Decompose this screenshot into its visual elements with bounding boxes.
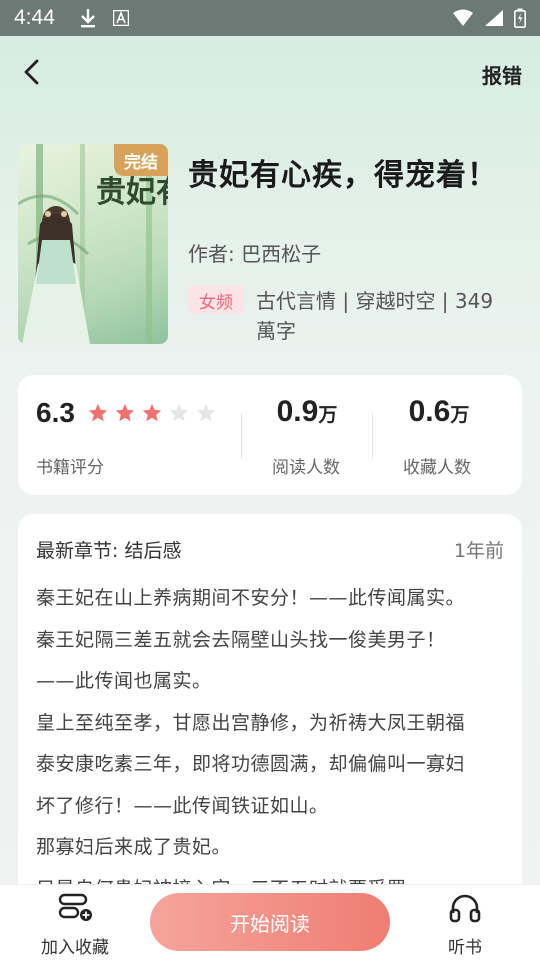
synopsis-line: 那寡妇后来成了贵妃。 (36, 836, 232, 858)
header: 报错 (0, 52, 540, 96)
status-time: 4:44 (14, 6, 55, 29)
star-icon (169, 403, 189, 422)
stats-card: 6.3 书籍评分 0.9万 阅读人数 0.6万 收藏人数 (18, 375, 522, 495)
collects-label: 收藏人数 (403, 458, 471, 478)
collects-value: 0.6 (408, 395, 451, 428)
readers-unit: 万 (318, 404, 338, 426)
collects-unit: 万 (450, 404, 470, 426)
synopsis-line: ——此传闻也属实。 (36, 670, 212, 692)
star-icon (142, 403, 162, 422)
headphones-icon (449, 894, 481, 927)
report-error-button[interactable]: 报错 (482, 60, 522, 89)
add-collection-label: 加入收藏 (41, 938, 109, 958)
add-to-collection-button[interactable]: 加入收藏 (30, 893, 120, 959)
signal-icon (484, 9, 504, 27)
status-bar: 4:44 (0, 0, 540, 36)
divider (372, 413, 373, 459)
completed-badge: 完结 (114, 144, 168, 176)
divider (241, 413, 242, 459)
synopsis-line: 皇上至纯至孝，甘愿出宫静修，为祈祷大凤王朝福 (36, 711, 466, 734)
latest-chapter[interactable]: 最新章节: 结后感 (36, 536, 181, 563)
battery-icon (514, 8, 526, 28)
readers-label: 阅读人数 (272, 458, 340, 478)
star-icon (88, 403, 108, 422)
synopsis-line: 泰安康吃素三年，即将功德圆满，却偏偏叫一寡妇 (36, 753, 466, 775)
rating-label: 书籍评分 (36, 458, 104, 478)
add-collection-icon (57, 893, 93, 927)
collects-count: 0.6万 (384, 395, 494, 429)
book-meta: 古代言情 | 穿越时空 | 349萬字 (256, 289, 494, 343)
chapter-card[interactable]: 最新章节: 结后感 1年前 秦王妃在山上养病期间不安分！——此传闻属实。 秦王妃… (18, 514, 522, 914)
author-line[interactable]: 作者: 巴西松子 (188, 238, 321, 267)
book-title: 贵妃有心疾，得宠着！ (188, 158, 498, 193)
synopsis-line: 秦王妃隔三差五就会去隔壁山头找一俊美男子！ (36, 628, 446, 651)
chapter-time: 1年前 (453, 540, 504, 562)
font-a-icon (112, 10, 129, 26)
rating-score: 6.3 (36, 397, 75, 428)
readers-count: 0.9万 (252, 395, 362, 429)
chevron-left-icon (22, 58, 40, 90)
listen-label: 听书 (448, 938, 482, 958)
rating-block: 6.3 (36, 397, 217, 429)
start-reading-button[interactable]: 开始阅读 (150, 893, 390, 951)
wifi-icon (452, 9, 474, 27)
readers-value: 0.9 (276, 395, 319, 428)
listen-book-button[interactable]: 听书 (425, 893, 505, 959)
book-cover[interactable]: 贵妃有心疾 完结 (18, 144, 168, 344)
synopsis-line: 秦王妃在山上养病期间不安分！——此传闻属实。 (36, 587, 466, 609)
synopsis-line: 坏了修行！——此传闻铁证如山。 (36, 794, 329, 817)
star-icon (115, 403, 135, 422)
star-icon (196, 403, 216, 422)
download-icon (79, 8, 97, 28)
bottom-action-bar: 加入收藏 开始阅读 听书 (0, 884, 540, 960)
synopsis: 秦王妃在山上养病期间不安分！——此传闻属实。 秦王妃隔三差五就会去隔壁山头找一俊… (36, 578, 506, 910)
rating-stars (87, 402, 217, 424)
back-button[interactable] (14, 56, 48, 92)
genre-tag: 女频 (188, 286, 244, 314)
svg-text:贵妃有心疾: 贵妃有心疾 (96, 175, 168, 210)
